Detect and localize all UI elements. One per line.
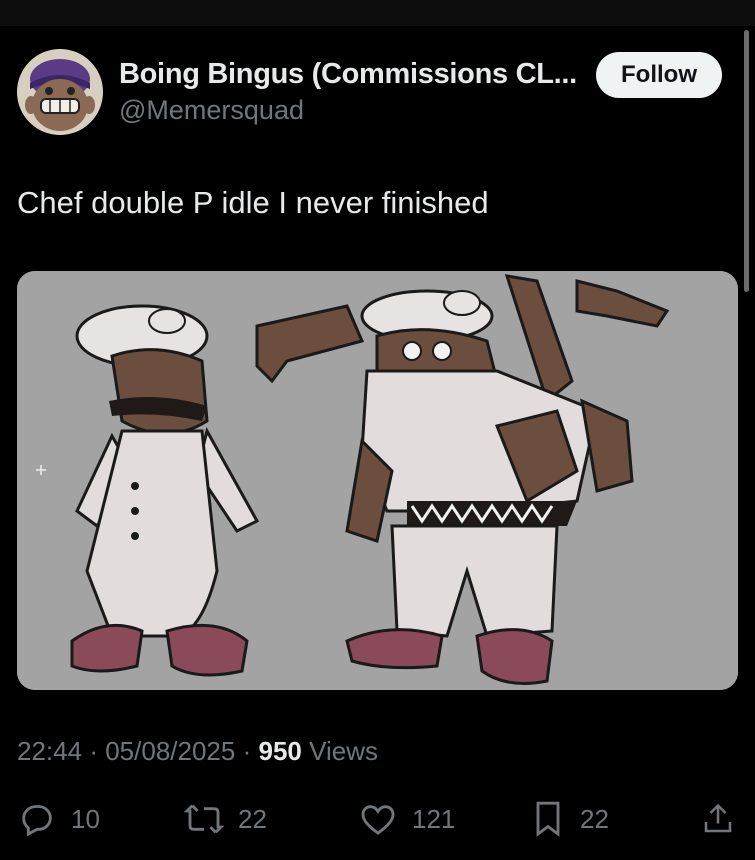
avatar-image [17,49,103,135]
reply-icon [22,805,52,837]
scrollbar[interactable] [744,30,749,292]
reply-count: 10 [71,803,100,834]
post-date[interactable]: 05/08/2025 [105,736,235,766]
like-count: 121 [412,803,456,834]
views-label: Views [309,736,379,766]
post-metadata: 22:44 · 05/08/2025 · 950 Views [17,736,378,767]
like-icon [361,805,395,835]
views-count[interactable]: 950 [259,736,302,766]
post-time[interactable]: 22:44 [17,736,82,766]
status-bar [0,0,755,26]
chef-illustration [17,271,738,690]
share-icon [704,803,732,833]
repost-icon [184,804,224,834]
repost-count: 22 [238,803,267,834]
bookmark-icon [536,801,560,837]
meta-separator: · [89,736,98,766]
repost-button[interactable]: 22 [184,799,267,839]
author-handle[interactable]: @Memersquad [119,95,304,126]
like-button[interactable]: 121 [358,799,455,839]
bookmark-count: 22 [580,803,609,834]
meta-separator: · [242,736,252,766]
share-button[interactable] [700,799,736,839]
follow-button[interactable]: Follow [596,52,722,98]
author-name[interactable]: Boing Bingus (Commissions CL... [119,58,577,91]
bookmark-button[interactable]: 22 [530,799,609,839]
post-text: Chef double P idle I never finished [17,185,489,220]
reply-button[interactable]: 10 [17,799,100,839]
post-image[interactable] [17,271,738,690]
author-avatar[interactable] [17,49,103,135]
